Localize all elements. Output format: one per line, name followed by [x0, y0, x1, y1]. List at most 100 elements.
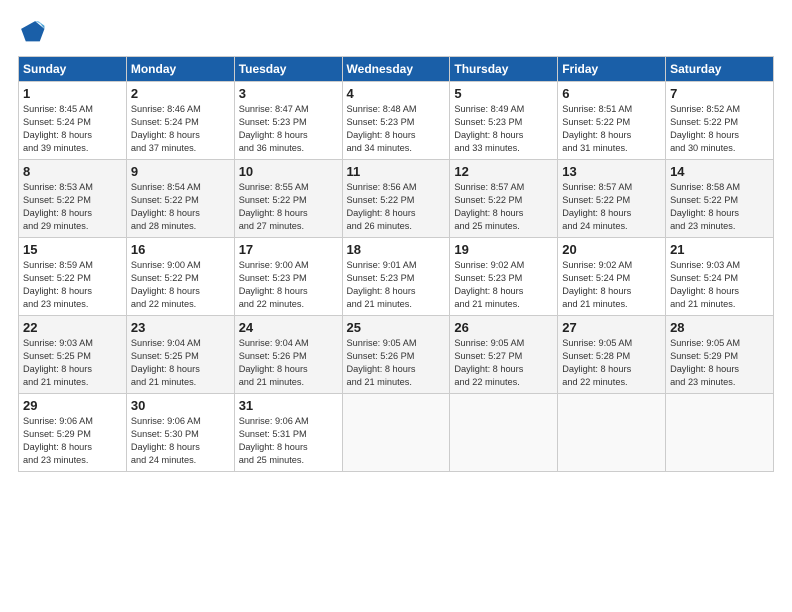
- day-number: 1: [23, 86, 122, 101]
- col-header-monday: Monday: [126, 57, 234, 82]
- day-cell: 30 Sunrise: 9:06 AM Sunset: 5:30 PM Dayli…: [126, 394, 234, 472]
- day-info: Sunrise: 8:55 AM Sunset: 5:22 PM Dayligh…: [239, 181, 338, 233]
- day-cell: 15Sunrise: 8:59 AM Sunset: 5:22 PM Dayli…: [19, 238, 127, 316]
- day-number: 10: [239, 164, 338, 179]
- day-info: Sunrise: 9:06 AM Sunset: 5:29 PM Dayligh…: [23, 415, 122, 467]
- calendar-table: SundayMondayTuesdayWednesdayThursdayFrid…: [18, 56, 774, 472]
- day-info: Sunrise: 9:06 AM Sunset: 5:30 PM Dayligh…: [131, 415, 230, 467]
- day-number: 23: [131, 320, 230, 335]
- week-row-4: 22 Sunrise: 9:03 AM Sunset: 5:25 PM Dayli…: [19, 316, 774, 394]
- day-number: 6: [562, 86, 661, 101]
- day-cell: 28Sunrise: 9:05 AM Sunset: 5:29 PM Dayli…: [666, 316, 774, 394]
- header-row: SundayMondayTuesdayWednesdayThursdayFrid…: [19, 57, 774, 82]
- day-number: 17: [239, 242, 338, 257]
- day-info: Sunrise: 8:51 AM Sunset: 5:22 PM Dayligh…: [562, 103, 661, 155]
- day-number: 22: [23, 320, 122, 335]
- day-number: 21: [670, 242, 769, 257]
- day-cell: 12 Sunrise: 8:57 AM Sunset: 5:22 PM Dayli…: [450, 160, 558, 238]
- day-cell: 7Sunrise: 8:52 AM Sunset: 5:22 PM Daylig…: [666, 82, 774, 160]
- day-info: Sunrise: 9:04 AM Sunset: 5:26 PM Dayligh…: [239, 337, 338, 389]
- day-cell: 8 Sunrise: 8:53 AM Sunset: 5:22 PM Daylig…: [19, 160, 127, 238]
- day-info: Sunrise: 8:59 AM Sunset: 5:22 PM Dayligh…: [23, 259, 122, 311]
- day-number: 9: [131, 164, 230, 179]
- day-number: 16: [131, 242, 230, 257]
- day-cell: 18 Sunrise: 9:01 AM Sunset: 5:23 PM Dayli…: [342, 238, 450, 316]
- day-info: Sunrise: 9:01 AM Sunset: 5:23 PM Dayligh…: [347, 259, 446, 311]
- day-info: Sunrise: 9:03 AM Sunset: 5:24 PM Dayligh…: [670, 259, 769, 311]
- col-header-thursday: Thursday: [450, 57, 558, 82]
- day-cell: 10 Sunrise: 8:55 AM Sunset: 5:22 PM Dayli…: [234, 160, 342, 238]
- day-cell: 27 Sunrise: 9:05 AM Sunset: 5:28 PM Dayli…: [558, 316, 666, 394]
- week-row-1: 1Sunrise: 8:45 AM Sunset: 5:24 PM Daylig…: [19, 82, 774, 160]
- day-number: 24: [239, 320, 338, 335]
- day-cell: 20Sunrise: 9:02 AM Sunset: 5:24 PM Dayli…: [558, 238, 666, 316]
- logo: [18, 18, 50, 46]
- day-number: 29: [23, 398, 122, 413]
- day-cell: 25Sunrise: 9:05 AM Sunset: 5:26 PM Dayli…: [342, 316, 450, 394]
- week-row-5: 29 Sunrise: 9:06 AM Sunset: 5:29 PM Dayli…: [19, 394, 774, 472]
- day-cell: 24 Sunrise: 9:04 AM Sunset: 5:26 PM Dayli…: [234, 316, 342, 394]
- day-number: 4: [347, 86, 446, 101]
- day-info: Sunrise: 8:56 AM Sunset: 5:22 PM Dayligh…: [347, 181, 446, 233]
- day-cell: 5 Sunrise: 8:49 AM Sunset: 5:23 PM Daylig…: [450, 82, 558, 160]
- day-info: Sunrise: 8:53 AM Sunset: 5:22 PM Dayligh…: [23, 181, 122, 233]
- day-number: 19: [454, 242, 553, 257]
- day-info: Sunrise: 9:03 AM Sunset: 5:25 PM Dayligh…: [23, 337, 122, 389]
- day-cell: 3Sunrise: 8:47 AM Sunset: 5:23 PM Daylig…: [234, 82, 342, 160]
- day-cell: 13 Sunrise: 8:57 AM Sunset: 5:22 PM Dayli…: [558, 160, 666, 238]
- day-info: Sunrise: 9:05 AM Sunset: 5:26 PM Dayligh…: [347, 337, 446, 389]
- day-cell: 2 Sunrise: 8:46 AM Sunset: 5:24 PM Daylig…: [126, 82, 234, 160]
- day-info: Sunrise: 8:57 AM Sunset: 5:22 PM Dayligh…: [562, 181, 661, 233]
- header: [18, 18, 774, 46]
- day-info: Sunrise: 8:47 AM Sunset: 5:23 PM Dayligh…: [239, 103, 338, 155]
- day-info: Sunrise: 9:05 AM Sunset: 5:27 PM Dayligh…: [454, 337, 553, 389]
- day-cell: 4 Sunrise: 8:48 AM Sunset: 5:23 PM Daylig…: [342, 82, 450, 160]
- day-cell: [450, 394, 558, 472]
- day-number: 8: [23, 164, 122, 179]
- day-info: Sunrise: 9:00 AM Sunset: 5:22 PM Dayligh…: [131, 259, 230, 311]
- day-info: Sunrise: 8:46 AM Sunset: 5:24 PM Dayligh…: [131, 103, 230, 155]
- day-cell: 16 Sunrise: 9:00 AM Sunset: 5:22 PM Dayli…: [126, 238, 234, 316]
- day-info: Sunrise: 8:54 AM Sunset: 5:22 PM Dayligh…: [131, 181, 230, 233]
- day-number: 7: [670, 86, 769, 101]
- day-cell: 17Sunrise: 9:00 AM Sunset: 5:23 PM Dayli…: [234, 238, 342, 316]
- day-info: Sunrise: 8:58 AM Sunset: 5:22 PM Dayligh…: [670, 181, 769, 233]
- day-info: Sunrise: 8:57 AM Sunset: 5:22 PM Dayligh…: [454, 181, 553, 233]
- day-info: Sunrise: 9:06 AM Sunset: 5:31 PM Dayligh…: [239, 415, 338, 467]
- day-number: 27: [562, 320, 661, 335]
- day-number: 31: [239, 398, 338, 413]
- day-cell: 21 Sunrise: 9:03 AM Sunset: 5:24 PM Dayli…: [666, 238, 774, 316]
- day-number: 13: [562, 164, 661, 179]
- day-number: 30: [131, 398, 230, 413]
- day-info: Sunrise: 9:02 AM Sunset: 5:23 PM Dayligh…: [454, 259, 553, 311]
- day-number: 28: [670, 320, 769, 335]
- day-info: Sunrise: 9:04 AM Sunset: 5:25 PM Dayligh…: [131, 337, 230, 389]
- day-cell: 14 Sunrise: 8:58 AM Sunset: 5:22 PM Dayli…: [666, 160, 774, 238]
- day-number: 26: [454, 320, 553, 335]
- day-cell: 1Sunrise: 8:45 AM Sunset: 5:24 PM Daylig…: [19, 82, 127, 160]
- col-header-sunday: Sunday: [19, 57, 127, 82]
- day-info: Sunrise: 9:05 AM Sunset: 5:28 PM Dayligh…: [562, 337, 661, 389]
- day-number: 12: [454, 164, 553, 179]
- day-cell: [558, 394, 666, 472]
- day-cell: 23 Sunrise: 9:04 AM Sunset: 5:25 PM Dayli…: [126, 316, 234, 394]
- day-cell: 6 Sunrise: 8:51 AM Sunset: 5:22 PM Daylig…: [558, 82, 666, 160]
- day-number: 11: [347, 164, 446, 179]
- day-cell: 29 Sunrise: 9:06 AM Sunset: 5:29 PM Dayli…: [19, 394, 127, 472]
- col-header-wednesday: Wednesday: [342, 57, 450, 82]
- day-cell: 31 Sunrise: 9:06 AM Sunset: 5:31 PM Dayli…: [234, 394, 342, 472]
- day-number: 18: [347, 242, 446, 257]
- day-number: 5: [454, 86, 553, 101]
- day-number: 14: [670, 164, 769, 179]
- day-cell: 19 Sunrise: 9:02 AM Sunset: 5:23 PM Dayli…: [450, 238, 558, 316]
- week-row-2: 8 Sunrise: 8:53 AM Sunset: 5:22 PM Daylig…: [19, 160, 774, 238]
- day-cell: 26 Sunrise: 9:05 AM Sunset: 5:27 PM Dayli…: [450, 316, 558, 394]
- day-number: 20: [562, 242, 661, 257]
- page: SundayMondayTuesdayWednesdayThursdayFrid…: [0, 0, 792, 612]
- day-cell: 22 Sunrise: 9:03 AM Sunset: 5:25 PM Dayli…: [19, 316, 127, 394]
- day-number: 2: [131, 86, 230, 101]
- day-info: Sunrise: 8:49 AM Sunset: 5:23 PM Dayligh…: [454, 103, 553, 155]
- day-info: Sunrise: 8:48 AM Sunset: 5:23 PM Dayligh…: [347, 103, 446, 155]
- col-header-tuesday: Tuesday: [234, 57, 342, 82]
- logo-icon: [18, 18, 46, 46]
